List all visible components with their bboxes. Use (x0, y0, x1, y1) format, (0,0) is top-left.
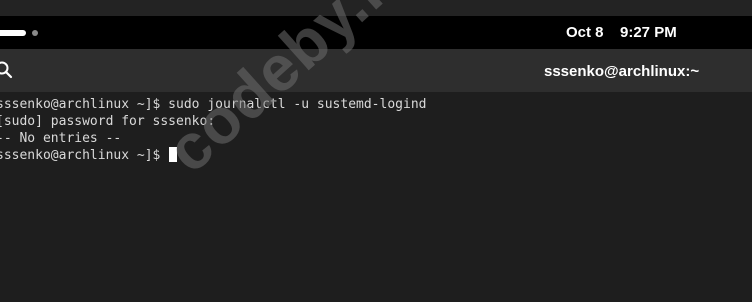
terminal-header-bar: sssenko@archlinux:~ (0, 49, 752, 92)
terminal-line: [sudo] password for sssenko: (0, 114, 216, 129)
terminal-line: sssenko@archlinux ~]$ sudo journalctl -u… (0, 97, 427, 112)
window-title: sssenko@archlinux:~ (544, 63, 700, 80)
terminal-line: -- No entries -- (0, 131, 122, 146)
terminal-cursor (169, 147, 178, 162)
top-strip (0, 0, 752, 16)
workspace-indicator[interactable] (32, 30, 38, 36)
clock-time[interactable]: 9:27 PM (620, 24, 677, 41)
system-top-bar: Oct 8 9:27 PM (0, 16, 752, 49)
terminal-prompt-line: sssenko@archlinux ~]$ (0, 147, 178, 164)
terminal-output[interactable]: sssenko@archlinux ~]$ sudo journalctl -u… (0, 92, 752, 302)
search-icon (0, 61, 13, 79)
clock-date[interactable]: Oct 8 (566, 24, 604, 41)
active-workspace-indicator[interactable] (0, 30, 26, 36)
search-button[interactable] (0, 58, 16, 82)
terminal-prompt: sssenko@archlinux ~]$ (0, 148, 169, 163)
